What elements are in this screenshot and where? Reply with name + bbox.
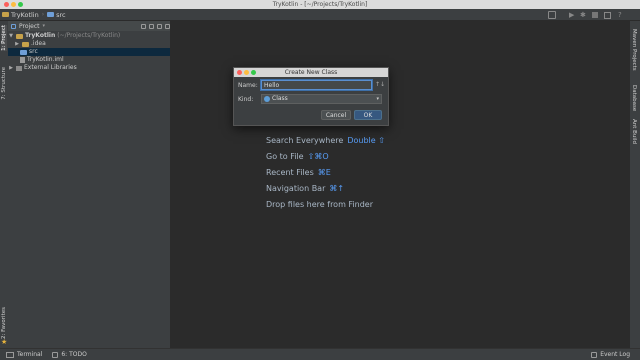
tree-item-iml[interactable]: TryKotlin.iml	[8, 56, 182, 64]
tab-ant-build[interactable]: Ant Build	[631, 119, 637, 144]
terminal-icon	[6, 351, 14, 358]
project-view-icon	[11, 23, 16, 29]
dialog-close-button[interactable]	[237, 70, 242, 75]
project-panel-header: Project ▾	[8, 21, 173, 31]
kind-label: Kind:	[238, 96, 254, 103]
source-folder-icon	[20, 49, 27, 55]
hint-drop-files: Drop files here from Finder	[266, 200, 374, 209]
library-icon	[16, 65, 22, 71]
event-log-icon	[591, 351, 598, 358]
source-folder-icon	[47, 12, 55, 17]
star-icon: ★	[1, 338, 8, 346]
folder-icon	[2, 12, 9, 17]
hint-recent-files: Recent Files ⌘E	[266, 168, 331, 177]
folder-icon	[16, 33, 23, 39]
tab-favorites[interactable]: 2: Favorites	[1, 307, 7, 339]
kind-select[interactable]: Class ▾	[261, 94, 382, 104]
todo-icon	[52, 351, 59, 358]
right-tool-strip: Maven Projects Database Ant Build	[630, 21, 640, 348]
dialog-minimize-button[interactable]	[244, 70, 249, 75]
todo-tab[interactable]: 6: TODO	[61, 351, 86, 358]
dialog-zoom-button[interactable]	[251, 70, 256, 75]
run-config-dropdown[interactable]	[548, 11, 556, 19]
collapsed-arrow-icon[interactable]: ▶	[14, 40, 20, 48]
file-icon	[20, 57, 25, 63]
folder-icon	[22, 41, 29, 47]
tab-database[interactable]: Database	[631, 85, 637, 111]
breadcrumb-src[interactable]: src	[47, 11, 66, 19]
sort-icon[interactable]: ↑↓	[375, 81, 385, 88]
gear-icon[interactable]	[157, 23, 162, 29]
project-view-selector[interactable]: Project	[19, 23, 40, 30]
stop-icon[interactable]	[592, 12, 598, 18]
ok-button[interactable]: OK	[354, 110, 382, 120]
terminal-tab[interactable]: Terminal	[17, 351, 42, 358]
name-label: Name:	[238, 82, 258, 89]
window-title: TryKotlin - [~/Projects/TryKotlin]	[272, 1, 368, 8]
tree-item-external-libraries[interactable]: ▶ External Libraries	[8, 64, 170, 72]
debug-icon[interactable]: ✱	[580, 12, 586, 19]
tree-item-idea[interactable]: ▶ .idea	[8, 40, 176, 48]
tab-maven-projects[interactable]: Maven Projects	[631, 29, 637, 71]
tab-project[interactable]: 1: Project	[1, 25, 7, 51]
dialog-title: Create New Class	[284, 69, 338, 76]
navigation-bar: TryKotlin › src	[0, 9, 640, 21]
hint-navigation-bar: Navigation Bar ⌘↑	[266, 184, 345, 193]
expanded-arrow-icon[interactable]: ▼	[8, 32, 14, 40]
class-name-input[interactable]: Hello	[261, 80, 372, 90]
hint-search-everywhere: Search Everywhere Double ⇧	[266, 136, 385, 145]
collapsed-arrow-icon[interactable]: ▶	[8, 64, 14, 72]
zoom-window-button[interactable]	[18, 2, 23, 7]
chevron-down-icon[interactable]: ▾	[43, 23, 46, 29]
sync-icon[interactable]	[141, 23, 146, 29]
help-icon[interactable]: ?	[618, 11, 622, 19]
class-icon	[264, 96, 270, 102]
tree-item-root[interactable]: ▼ TryKotlin (~/Projects/TryKotlin)	[8, 32, 170, 40]
close-window-button[interactable]	[4, 2, 9, 7]
breadcrumb-separator-icon: ›	[41, 11, 45, 18]
collapse-icon[interactable]	[149, 23, 154, 29]
chevron-down-icon: ▾	[376, 96, 379, 102]
create-class-dialog: Create New Class Name: Hello ↑↓ Kind: Cl…	[233, 67, 389, 126]
status-bar: Terminal 6: TODO Event Log	[0, 348, 640, 360]
left-tool-strip: 1: Project 7: Structure 2: Favorites ★	[0, 21, 8, 348]
hint-goto-file: Go to File ⇧⌘O	[266, 152, 329, 161]
minimize-window-button[interactable]	[11, 2, 16, 7]
run-icon[interactable]: ▶	[569, 12, 574, 19]
dialog-title-bar: Create New Class	[234, 68, 388, 77]
tree-item-src[interactable]: src	[8, 48, 182, 56]
event-log-tab[interactable]: Event Log	[600, 351, 630, 358]
project-panel: Project ▾ ▼ TryKotlin (~/Projects/TryKot…	[8, 21, 182, 348]
structure-icon[interactable]	[604, 12, 611, 19]
window-title-bar: TryKotlin - [~/Projects/TryKotlin]	[0, 0, 640, 9]
breadcrumb-project[interactable]: TryKotlin	[2, 11, 39, 19]
tab-structure[interactable]: 7: Structure	[1, 67, 7, 100]
cancel-button[interactable]: Cancel	[321, 110, 351, 120]
